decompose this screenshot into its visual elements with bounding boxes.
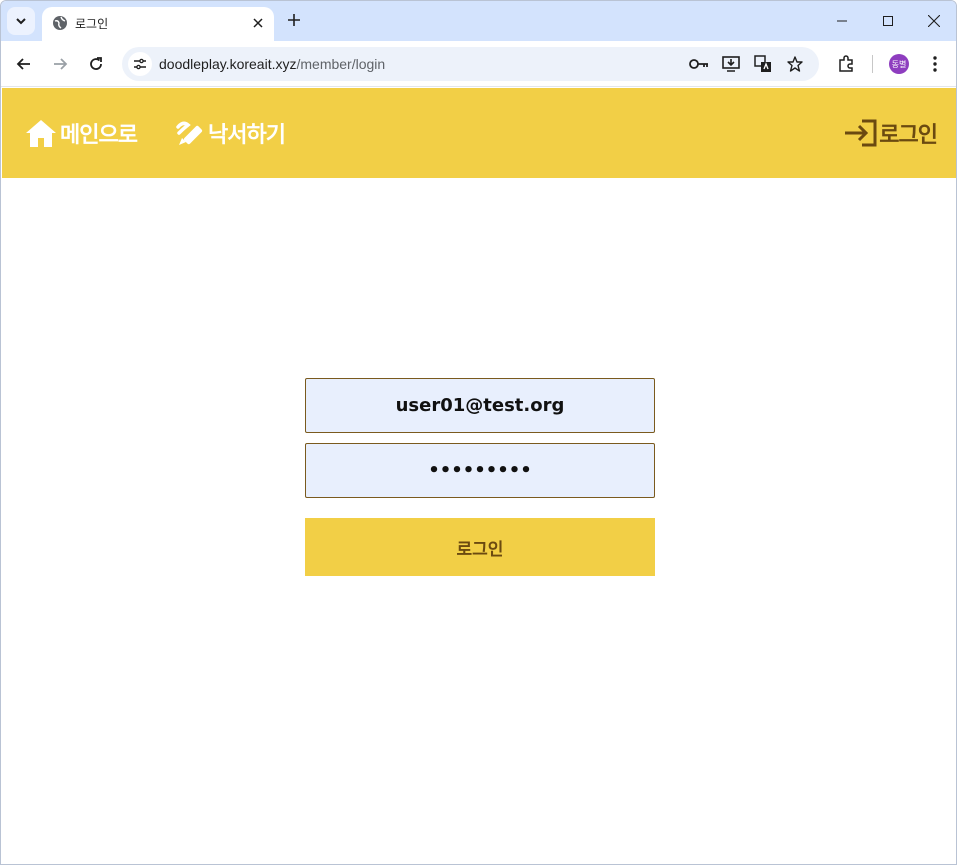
header-login-label: 로그인: [879, 123, 938, 148]
login-arrow-icon: [843, 116, 879, 150]
email-field[interactable]: [305, 378, 655, 433]
back-button[interactable]: [10, 50, 38, 78]
password-key-icon[interactable]: [688, 53, 710, 75]
tune-icon: [134, 58, 146, 70]
extensions-puzzle-icon[interactable]: [834, 52, 858, 76]
tab-strip: 로그인: [1, 1, 956, 41]
login-form: 로그인: [305, 378, 655, 576]
nav-doodle-link[interactable]: 낙서하기: [172, 116, 286, 150]
active-tab[interactable]: 로그인: [42, 7, 274, 41]
kebab-menu-icon[interactable]: [923, 52, 947, 76]
home-icon: [24, 116, 58, 150]
reload-button[interactable]: [82, 50, 110, 78]
maximize-button[interactable]: [865, 7, 911, 35]
nav-main-link[interactable]: 메인으로: [24, 116, 138, 150]
password-field[interactable]: [305, 443, 655, 498]
translate-icon[interactable]: [752, 53, 774, 75]
browser-toolbar: doodleplay.koreait.xyz/member/login 동별: [1, 41, 956, 87]
close-window-button[interactable]: [911, 7, 956, 35]
url-text[interactable]: doodleplay.koreait.xyz/member/login: [159, 56, 385, 72]
login-submit-button[interactable]: 로그인: [305, 518, 655, 576]
arrow-left-icon: [16, 58, 30, 70]
minimize-button[interactable]: [819, 7, 865, 35]
close-tab-icon[interactable]: [250, 15, 266, 31]
new-tab-button[interactable]: [283, 9, 305, 31]
site-info-button[interactable]: [128, 52, 152, 76]
pencil-icon: [172, 116, 206, 150]
plus-icon: [288, 14, 300, 26]
url-path: /member/login: [296, 56, 386, 72]
minimize-icon: [837, 20, 847, 22]
toolbar-separator: [872, 55, 873, 73]
install-app-icon[interactable]: [720, 53, 742, 75]
nav-main-label: 메인으로: [60, 123, 138, 148]
tab-search-button[interactable]: [7, 7, 35, 35]
chevron-down-icon: [16, 18, 26, 25]
tab-title: 로그인: [75, 17, 109, 31]
header-login-link[interactable]: 로그인: [843, 116, 938, 150]
bookmark-star-icon[interactable]: [784, 53, 806, 75]
url-host: doodleplay.koreait.xyz: [159, 56, 297, 72]
reload-icon: [90, 57, 102, 70]
profile-avatar[interactable]: 동별: [889, 54, 909, 74]
address-bar[interactable]: doodleplay.koreait.xyz/member/login: [122, 47, 819, 81]
maximize-icon: [883, 16, 893, 26]
browser-window: 로그인 doodleplay.koreait.xyz/member/login …: [0, 0, 957, 865]
arrow-right-icon: [54, 58, 68, 70]
globe-icon: [52, 15, 68, 31]
forward-button[interactable]: [46, 50, 74, 78]
close-icon: [928, 15, 940, 27]
site-header: 메인으로 낙서하기 로그인: [2, 88, 956, 178]
nav-doodle-label: 낙서하기: [208, 123, 286, 148]
